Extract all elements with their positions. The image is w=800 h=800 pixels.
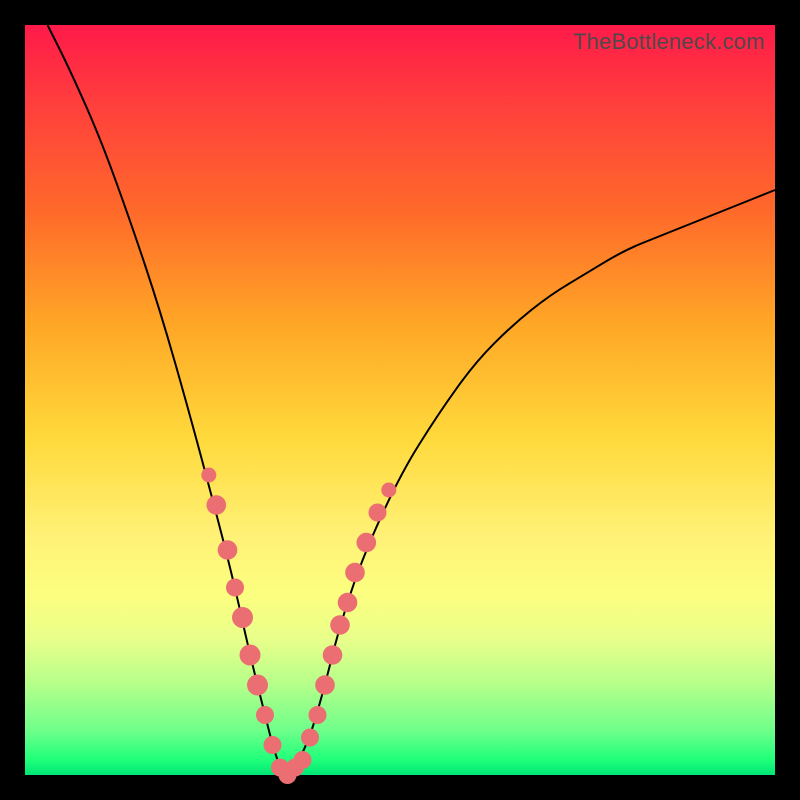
marker-group xyxy=(201,468,396,785)
data-marker xyxy=(201,468,216,483)
data-marker xyxy=(207,495,227,515)
data-marker xyxy=(381,483,396,498)
data-marker xyxy=(315,675,335,695)
data-marker xyxy=(218,540,238,560)
data-marker xyxy=(323,645,343,665)
data-marker xyxy=(256,706,274,724)
bottleneck-curve xyxy=(48,25,776,773)
chart-svg xyxy=(25,25,775,775)
data-marker xyxy=(309,706,327,724)
chart-frame: TheBottleneck.com xyxy=(0,0,800,800)
data-marker xyxy=(294,751,312,769)
data-marker xyxy=(240,645,261,666)
data-marker xyxy=(338,593,358,613)
data-marker xyxy=(369,504,387,522)
data-marker xyxy=(357,533,377,553)
data-marker xyxy=(232,607,253,628)
chart-plot-area: TheBottleneck.com xyxy=(25,25,775,775)
data-marker xyxy=(264,736,282,754)
data-marker xyxy=(345,563,365,583)
data-marker xyxy=(247,675,268,696)
data-marker xyxy=(226,579,244,597)
data-marker xyxy=(330,615,350,635)
data-marker xyxy=(301,729,319,747)
